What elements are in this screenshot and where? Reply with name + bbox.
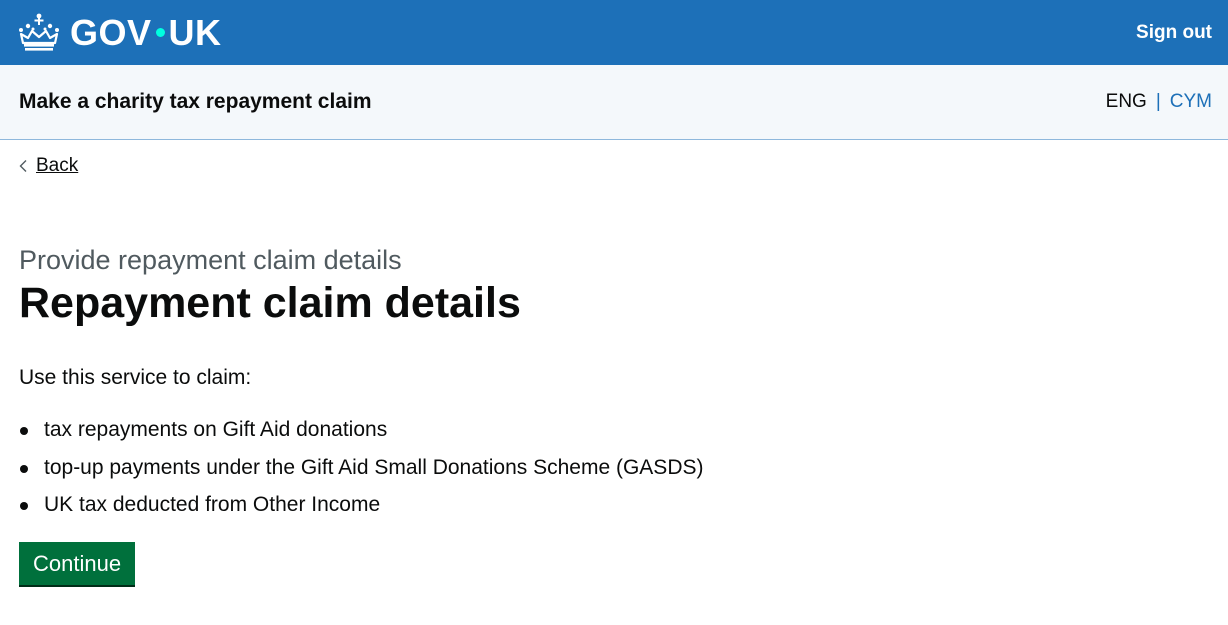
page-title: Repayment claim details — [19, 279, 521, 327]
back-link[interactable]: Back — [19, 155, 78, 177]
list-item: tax repayments on Gift Aid donations — [19, 417, 1209, 443]
logo-dot-icon — [155, 28, 165, 37]
govuk-logo-link[interactable]: GOV UK — [18, 12, 222, 54]
logo-text-gov: GOV — [70, 11, 152, 53]
service-navigation: Make a charity tax repayment claim ENG |… — [0, 65, 1228, 140]
logo-text-uk: UK — [168, 11, 222, 53]
language-english-current: ENG — [1105, 91, 1147, 112]
back-link-label: Back — [36, 155, 79, 176]
chevron-left-icon — [19, 160, 27, 172]
service-name[interactable]: Make a charity tax repayment claim — [19, 90, 372, 114]
sign-out-link[interactable]: Sign out — [1136, 22, 1212, 44]
claim-types-list: tax repayments on Gift Aid donations top… — [19, 417, 1209, 518]
language-welsh-link[interactable]: CYM — [1170, 91, 1212, 113]
main-content: Back Provide repayment claim details Rep… — [0, 140, 1228, 585]
page-caption: Provide repayment claim details — [19, 245, 402, 275]
crown-icon — [19, 13, 59, 51]
govuk-logo-text: GOV UK — [70, 12, 222, 54]
intro-text: Use this service to claim: — [19, 366, 252, 390]
list-item: UK tax deducted from Other Income — [19, 492, 1209, 518]
continue-button[interactable]: Continue — [19, 541, 136, 585]
list-item: top-up payments under the Gift Aid Small… — [19, 455, 1209, 481]
language-separator: | — [1155, 91, 1161, 112]
govuk-header: GOV UK Sign out — [0, 0, 1228, 65]
language-toggle: ENG | CYM — [1106, 91, 1212, 113]
